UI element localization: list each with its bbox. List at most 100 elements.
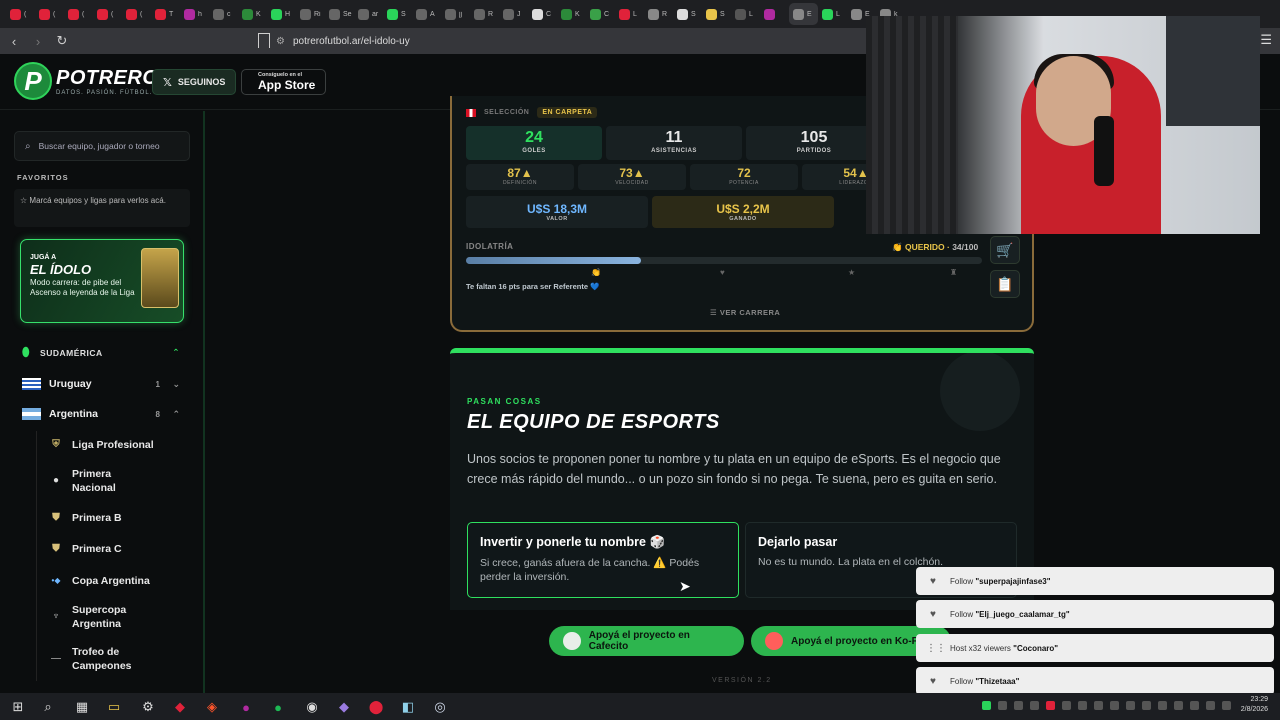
browser-tab[interactable]: L <box>818 3 847 25</box>
url-field[interactable]: ⚙ potrerofutbol.ar/el-idolo-uy <box>276 31 410 51</box>
browser-tab[interactable]: ar <box>354 3 383 25</box>
choice-invest-button[interactable]: Invertir y ponerle tu nombre 🎲 Si crece,… <box>467 522 739 598</box>
tray-icon[interactable] <box>982 701 991 710</box>
site-info-icon[interactable]: ⚙ <box>276 36 285 47</box>
tab-favicon-icon <box>184 8 195 20</box>
tray-icon[interactable] <box>1046 701 1055 710</box>
browser-tab[interactable]: S <box>702 3 731 25</box>
tab-favicon-icon <box>590 8 601 20</box>
tray-icon[interactable] <box>1206 701 1215 710</box>
view-career-link[interactable]: ☰ VER CARRERA <box>710 308 780 317</box>
browser-tab[interactable]: K <box>238 3 267 25</box>
tab-favicon-icon <box>387 8 398 20</box>
country-name: Argentina <box>49 408 99 420</box>
tray-icon[interactable] <box>1174 701 1183 710</box>
search-input[interactable]: ⌕ Buscar equipo, jugador o torneo <box>14 131 190 161</box>
bookmark-icon[interactable] <box>258 33 270 48</box>
tray-icon[interactable] <box>1110 701 1119 710</box>
shop-cart-button[interactable]: 🛒 <box>990 236 1020 264</box>
spotify-icon[interactable]: ● <box>268 697 288 717</box>
browser-tab[interactable]: H <box>267 3 296 25</box>
follow-x-button[interactable]: 𝕏 SEGUINOS <box>152 69 237 95</box>
app-icon-violet[interactable]: ◆ <box>334 697 354 717</box>
stat-label: GOLES <box>522 148 546 154</box>
clipboard-button[interactable]: 📋 <box>990 270 1020 298</box>
browser-tab[interactable]: Ri <box>296 3 325 25</box>
search-icon[interactable]: ⌕ <box>38 697 58 717</box>
trofeo-icon: ― <box>51 653 61 664</box>
app-store-button[interactable]: Consíguelo en el App Store <box>241 69 327 95</box>
file-explorer-icon[interactable]: ▭ <box>104 697 124 717</box>
acoustic-panel <box>866 16 958 234</box>
browser-tab[interactable]: jj <box>441 3 470 25</box>
obs-icon[interactable]: ◉ <box>302 697 322 717</box>
browser-tab[interactable]: ( <box>64 3 93 25</box>
browser-menu-icon[interactable]: ☰ <box>1260 32 1272 48</box>
country-item-argentina[interactable]: Argentina 8 ⌃ <box>22 404 184 424</box>
browser-tab[interactable]: S <box>383 3 412 25</box>
app-icon-red[interactable]: ◆ <box>170 697 190 717</box>
browser-tab[interactable]: A <box>412 3 441 25</box>
browser-tab[interactable]: Se <box>325 3 354 25</box>
app-icon-purple[interactable]: ● <box>236 697 256 717</box>
cafecito-button[interactable]: Apoyá el proyecto en Cafecito <box>549 626 744 656</box>
clock-time: 23:29 <box>1250 696 1268 703</box>
browser-tab[interactable]: c <box>209 3 238 25</box>
browser-tab[interactable]: L <box>731 3 760 25</box>
steam-icon[interactable]: ◎ <box>430 697 450 717</box>
browser-tab[interactable]: ( <box>122 3 151 25</box>
league-item-liga-profesional[interactable]: ⛨ Liga Profesional <box>48 437 153 453</box>
browser-tab[interactable]: T <box>151 3 180 25</box>
league-item-primera-b[interactable]: ⛊ Primera B <box>48 510 121 526</box>
browser-tab[interactable]: h <box>180 3 209 25</box>
potrero-logo[interactable]: P POTRERO DATOS. PASIÓN. FÚTBOL. <box>14 62 158 100</box>
browser-tab[interactable]: ( <box>35 3 64 25</box>
app-icon-blue[interactable]: ◧ <box>398 697 418 717</box>
league-item-copa-argentina[interactable]: •◆ Copa Argentina <box>48 573 150 589</box>
league-item-primera-c[interactable]: ⛊ Primera C <box>48 541 121 557</box>
tray-icon[interactable] <box>1014 701 1023 710</box>
tray-icon[interactable] <box>1030 701 1039 710</box>
tray-icon[interactable] <box>1126 701 1135 710</box>
tray-icon[interactable] <box>1222 701 1231 710</box>
stream-alert: ⋮⋮ Host x32 viewers "Coconaro" <box>916 634 1274 662</box>
browser-tab[interactable]: L <box>615 3 644 25</box>
browser-tab[interactable]: R <box>644 3 673 25</box>
league-item-supercopa-argentina[interactable]: ♆ Supercopa Argentina <box>48 603 148 631</box>
tray-icon[interactable] <box>1190 701 1199 710</box>
browser-tab[interactable]: C <box>586 3 615 25</box>
browser-tab[interactable]: J <box>499 3 528 25</box>
forward-icon[interactable]: › <box>28 31 48 51</box>
stat-matches: 105 PARTIDOS <box>746 126 882 160</box>
el-idolo-promo-card[interactable]: JUGÁ A EL ÍDOLO Modo carrera: de pibe de… <box>20 239 184 323</box>
browser-tab[interactable]: R <box>470 3 499 25</box>
reload-icon[interactable]: ↻ <box>52 31 72 51</box>
tray-icon[interactable] <box>1078 701 1087 710</box>
browser-tab[interactable]: ( <box>6 3 35 25</box>
settings-icon[interactable]: ⚙ <box>138 697 158 717</box>
tray-icon[interactable] <box>1062 701 1071 710</box>
browser-tab[interactable]: K <box>557 3 586 25</box>
browser-tab[interactable]: S <box>673 3 702 25</box>
task-view-icon[interactable]: ▦ <box>72 697 92 717</box>
brave-browser-icon[interactable]: ◈ <box>202 697 222 717</box>
taskbar-clock[interactable]: 23:29 2/8/2026 <box>1241 695 1268 715</box>
back-icon[interactable]: ‹ <box>4 31 24 51</box>
view-career-label: VER CARRERA <box>719 308 781 317</box>
league-item-primera-nacional[interactable]: ● Primera Nacional <box>48 467 138 495</box>
tab-title: E <box>807 10 812 18</box>
tray-icon[interactable] <box>1142 701 1151 710</box>
country-item-uruguay[interactable]: Uruguay 1 ⌄ <box>22 374 184 394</box>
region-header-sudamerica[interactable]: ⬮ SUDAMÉRICA ⌃ <box>22 345 184 360</box>
tray-icon[interactable] <box>998 701 1007 710</box>
start-windows-icon[interactable]: ⊞ <box>8 697 28 717</box>
tray-icon[interactable] <box>1158 701 1167 710</box>
browser-tab[interactable] <box>760 3 789 25</box>
tray-icon[interactable] <box>1094 701 1103 710</box>
alert-name: "superpajajinfase3" <box>975 576 1051 586</box>
browser-tab[interactable]: E <box>789 3 818 25</box>
browser-tab[interactable]: ( <box>93 3 122 25</box>
league-item-trofeo-de-campeones[interactable]: ― Trofeo de Campeones <box>48 645 148 673</box>
browser-tab[interactable]: C <box>528 3 557 25</box>
app-icon-dark-red[interactable]: ⬤ <box>366 697 386 717</box>
